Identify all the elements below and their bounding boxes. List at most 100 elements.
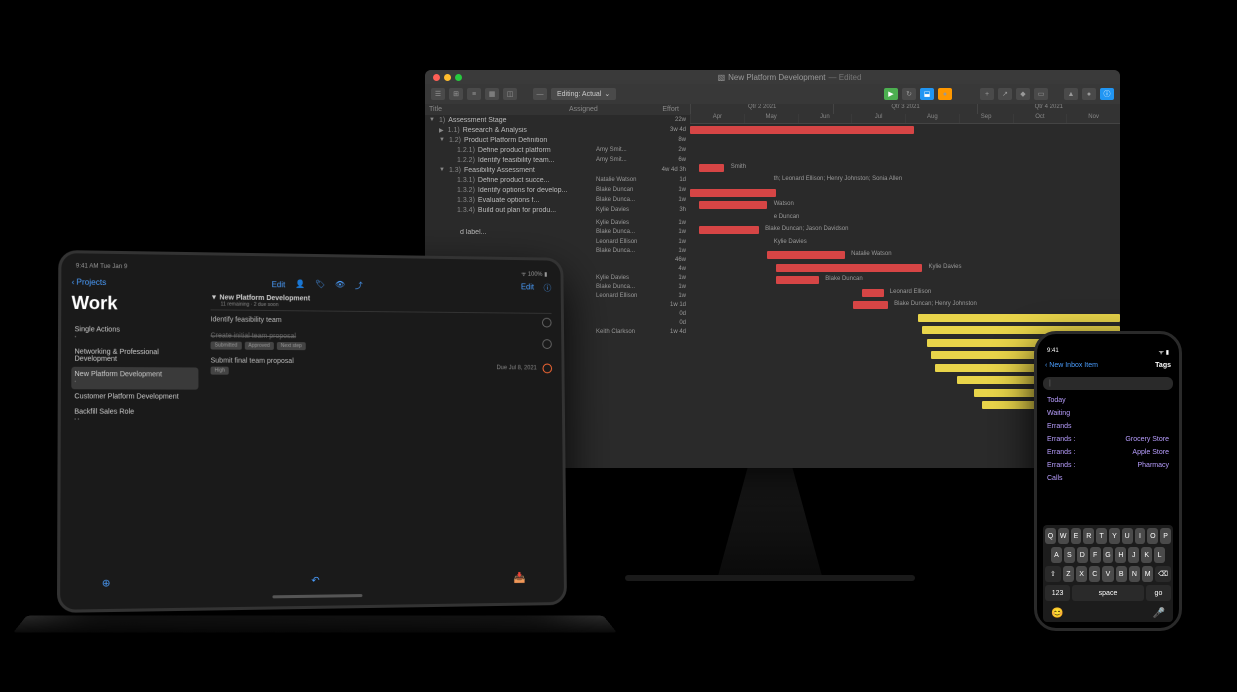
gantt-bar[interactable] (853, 301, 887, 309)
gantt-bar[interactable] (690, 189, 776, 197)
maximize-icon[interactable] (455, 74, 462, 81)
keyboard-key[interactable]: V (1102, 566, 1113, 582)
gantt-bar[interactable] (767, 251, 844, 259)
search-input[interactable]: | (1043, 377, 1173, 390)
col-title[interactable]: Title (429, 106, 569, 113)
task-row[interactable]: Create initial team proposalSubmittedApp… (211, 328, 552, 355)
outline-row[interactable]: 1.2.2)Identify feasibility team...Amy Sm… (425, 155, 690, 165)
inspector-button[interactable]: ⓘ (1100, 88, 1114, 100)
sidebar-project[interactable]: Customer Platform Development (71, 389, 198, 405)
keyboard-key[interactable]: R (1083, 528, 1094, 544)
task-status-circle[interactable] (542, 363, 552, 373)
tag-item[interactable]: Errands :Apple Store (1043, 446, 1173, 459)
milestone-button[interactable]: ◆ (1016, 88, 1030, 100)
gantt-bar[interactable] (699, 201, 768, 209)
view-list-button[interactable]: ≡ (467, 88, 481, 100)
outline-row[interactable]: ▼1.3)Feasibility Assessment4w 4d 3h (425, 165, 690, 175)
keyboard-key[interactable]: space (1072, 585, 1144, 601)
gantt-bar[interactable] (776, 276, 819, 284)
outline-row[interactable]: 1.2.1)Define product platformAmy Smit...… (425, 145, 690, 155)
view-outline-button[interactable]: ☰ (431, 88, 445, 100)
outline-row[interactable]: Kylie Davies1w (425, 218, 690, 227)
keyboard-key[interactable]: F (1090, 547, 1101, 563)
new-item-button[interactable]: ⊕ (102, 578, 111, 589)
keyboard-key[interactable]: E (1071, 528, 1082, 544)
main-edit-button[interactable]: Edit (521, 282, 534, 293)
task-status-circle[interactable] (542, 339, 552, 349)
keyboard-key[interactable]: ⇧ (1045, 566, 1061, 582)
keyboard-key[interactable]: Y (1109, 528, 1120, 544)
baseline-button[interactable]: — (533, 88, 547, 100)
keyboard-key[interactable]: A (1051, 547, 1062, 563)
outline-row[interactable]: Blake Dunca...1w (425, 246, 690, 255)
gantt-bar[interactable] (699, 226, 759, 234)
mic-button[interactable]: 🎤 (1153, 608, 1165, 619)
gantt-bar[interactable] (918, 314, 1120, 322)
keyboard-key[interactable]: G (1103, 547, 1114, 563)
gantt-bar[interactable] (862, 289, 884, 297)
task-row[interactable]: Submit final team proposalHighDue Jul 8,… (211, 354, 553, 381)
view-grid-button[interactable]: ⊞ (449, 88, 463, 100)
outline-row[interactable]: d label...Blake Dunca...1w (425, 227, 690, 237)
iphone-back-button[interactable]: ‹ New Inbox Item (1045, 362, 1098, 369)
outline-row[interactable]: ▼1)Assessment Stage22w (425, 115, 690, 125)
tags-tab[interactable]: Tags (1155, 362, 1171, 369)
keyboard-key[interactable]: S (1064, 547, 1075, 563)
info-icon[interactable]: ⓘ (544, 283, 552, 294)
keyboard-key[interactable]: U (1122, 528, 1133, 544)
tag-item[interactable]: Waiting (1043, 407, 1173, 420)
tag-item[interactable]: Errands :Pharmacy (1043, 459, 1173, 472)
gantt-bar[interactable] (776, 264, 922, 272)
outline-row[interactable]: ▶1.1)Research & Analysis3w 4d (425, 125, 690, 135)
home-indicator[interactable] (272, 594, 362, 598)
keyboard-key[interactable]: D (1077, 547, 1088, 563)
tag-item[interactable]: Today (1043, 394, 1173, 407)
sidebar-project[interactable]: Networking & Professional Development (71, 344, 198, 367)
keyboard-key[interactable]: C (1089, 566, 1100, 582)
keyboard-key[interactable]: M (1142, 566, 1153, 582)
level-button[interactable]: ⬓ (920, 88, 934, 100)
eye-icon[interactable]: 👁 (335, 280, 345, 291)
tag-item[interactable]: Calls (1043, 472, 1173, 485)
col-assigned[interactable]: Assigned (569, 106, 639, 113)
outline-row[interactable]: Leonard Ellison1w (425, 237, 690, 246)
back-button[interactable]: ‹ Projects (72, 278, 107, 288)
publish-button[interactable]: ● (938, 88, 952, 100)
keyboard-key[interactable]: go (1146, 585, 1171, 601)
keyboard-key[interactable]: K (1141, 547, 1152, 563)
keyboard-key[interactable]: J (1128, 547, 1139, 563)
outline-row[interactable]: 1.3.2)Identify options for develop...Bla… (425, 185, 690, 195)
tag-item[interactable]: Errands (1043, 420, 1173, 433)
catch-up-button[interactable]: ▶ (884, 88, 898, 100)
keyboard-key[interactable]: X (1076, 566, 1087, 582)
keyboard-key[interactable]: N (1129, 566, 1140, 582)
group-button[interactable]: ▭ (1034, 88, 1048, 100)
highlight-button[interactable]: ● (1082, 88, 1096, 100)
keyboard-key[interactable]: B (1116, 566, 1127, 582)
outline-row[interactable]: 1.3.1)Define product succe...Natalie Wat… (425, 175, 690, 185)
keyboard-key[interactable]: Q (1045, 528, 1056, 544)
minimize-icon[interactable] (444, 74, 451, 81)
keyboard-key[interactable]: L (1154, 547, 1165, 563)
add-task-button[interactable]: + (980, 88, 994, 100)
view-network-button[interactable]: ◫ (503, 88, 517, 100)
col-effort[interactable]: Effort (639, 106, 679, 113)
gantt-bar[interactable] (699, 164, 725, 172)
sidebar-project[interactable]: New Platform Development• (71, 367, 198, 390)
reschedule-button[interactable]: ↻ (902, 88, 916, 100)
view-board-button[interactable]: ▦ (485, 88, 499, 100)
outline-row[interactable]: 1.3.3)Evaluate options f...Blake Dunca..… (425, 195, 690, 205)
keyboard-key[interactable]: P (1160, 528, 1171, 544)
sidebar-project[interactable]: Backfill Sales Role• • (71, 404, 198, 426)
keyboard-key[interactable]: ⌫ (1155, 566, 1171, 582)
emoji-button[interactable]: 😊 (1051, 608, 1063, 619)
close-icon[interactable] (433, 74, 440, 81)
outline-row[interactable]: 1.3.4)Build out plan for produ...Kylie D… (425, 205, 690, 215)
inbox-button[interactable]: 📥 (513, 573, 525, 584)
keyboard-key[interactable]: H (1115, 547, 1126, 563)
action-button[interactable]: ↗ (998, 88, 1012, 100)
person-icon[interactable]: 👤 (295, 279, 305, 290)
outline-row[interactable]: ▼1.2)Product Platform Definition8w (425, 135, 690, 145)
disclosure-icon[interactable]: ▼ (211, 294, 218, 301)
sidebar-project[interactable]: Single Actions• (71, 322, 198, 345)
